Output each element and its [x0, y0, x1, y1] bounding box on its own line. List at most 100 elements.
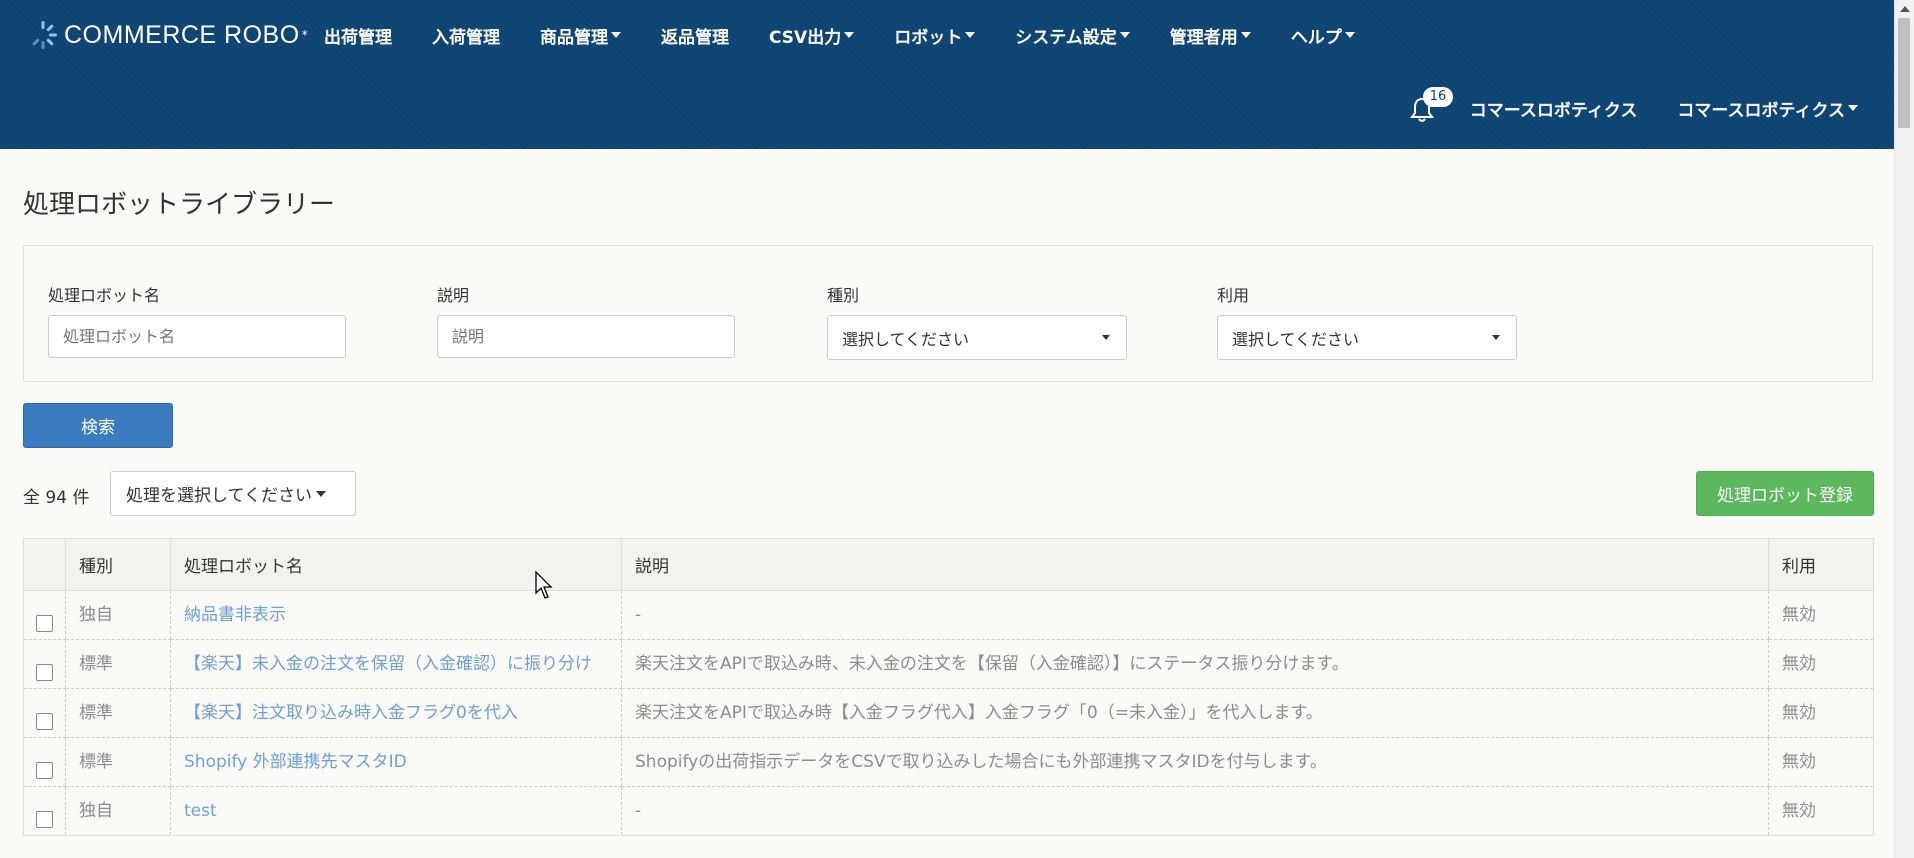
- chevron-down-icon: [1344, 32, 1355, 38]
- nav-menu-item[interactable]: システム設定: [1015, 23, 1130, 48]
- header-description[interactable]: 説明: [621, 538, 1769, 591]
- bulk-action-value: 処理を選択してください: [126, 486, 312, 506]
- use-label: 利用: [1217, 286, 1250, 305]
- description-input[interactable]: [437, 315, 735, 358]
- nav-menu-item[interactable]: CSV出力: [769, 23, 855, 48]
- robot-name-link[interactable]: Shopify 外部連携先マスタID: [184, 752, 407, 772]
- register-robot-button[interactable]: 処理ロボット登録: [1696, 471, 1874, 516]
- cell-description: -: [621, 590, 1769, 640]
- mouse-cursor-icon: [535, 571, 553, 599]
- cell-description: 楽天注文をAPIで取込み時【入金フラグ代入】入金フラグ「0（=未入金）」を代入し…: [621, 688, 1769, 738]
- cell-name: Shopify 外部連携先マスタID: [170, 737, 622, 787]
- table-header-row: 種別 処理ロボット名 説明 利用: [23, 538, 1874, 591]
- top-navbar: COMMERCE ROBO * 出荷管理 入荷管理 商品管理 返品管理 CSV出力 ロボット…: [0, 0, 1895, 149]
- main-menu: 出荷管理 入荷管理 商品管理 返品管理 CSV出力 ロボット システム設定 管理者用 ヘルプ: [324, 21, 1395, 49]
- brand-logo[interactable]: COMMERCE ROBO *: [28, 18, 308, 52]
- nav-menu-label: 入荷管理: [432, 27, 500, 48]
- nav-menu-label: 出荷管理: [324, 27, 392, 48]
- robot-name-label: 処理ロボット名: [48, 286, 161, 305]
- table-row[interactable]: 標準 【楽天】未入金の注文を保留（入金確認）に振り分け 楽天注文をAPIで取込み時、…: [23, 639, 1874, 689]
- scrollbar-thumb[interactable]: [1898, 18, 1910, 128]
- nav-menu-item[interactable]: 出荷管理: [324, 23, 392, 48]
- row-checkbox[interactable]: [36, 810, 53, 828]
- cell-description: Shopifyの出荷指示データをCSVで取り込みした場合にも外部連携マスタIDを…: [621, 737, 1769, 787]
- table-row[interactable]: 標準 【楽天】注文取り込み時入金フラグ0を代入 楽天注文をAPIで取込み時【入金フラ…: [23, 688, 1874, 738]
- chevron-down-icon: [611, 32, 621, 38]
- row-checkbox-cell: [23, 590, 66, 640]
- nav-menu-label: ヘルプ: [1290, 27, 1342, 48]
- search-button[interactable]: 検索: [23, 403, 173, 448]
- cell-type: 標準: [65, 639, 171, 689]
- search-panel: 処理ロボット名 説明 種別 選択してください 利用 選択してください: [23, 245, 1873, 382]
- row-checkbox[interactable]: [36, 663, 53, 681]
- company-link[interactable]: コマースロボティクス: [1470, 96, 1638, 121]
- table-row[interactable]: 独自 test - 無効: [23, 786, 1874, 836]
- nav-right: 16 コマースロボティクス コマースロボティクス: [1409, 87, 1858, 122]
- robot-name-link[interactable]: test: [184, 801, 217, 821]
- robot-table: 種別 処理ロボット名 説明 利用 独自 納品書非表示 - 無効 標準 【楽天】未入金の注文…: [23, 538, 1874, 836]
- nav-menu-label: CSV出力: [769, 27, 842, 48]
- nav-menu-item[interactable]: 入荷管理: [432, 23, 500, 48]
- type-label: 種別: [827, 286, 860, 305]
- row-checkbox-cell: [23, 737, 66, 787]
- nav-menu-item[interactable]: 返品管理: [661, 23, 729, 48]
- chevron-down-icon: [1102, 335, 1110, 340]
- page-scrollbar[interactable]: [1894, 0, 1914, 858]
- robot-name-link[interactable]: 【楽天】未入金の注文を保留（入金確認）に振り分け: [184, 654, 592, 674]
- logo-text: COMMERCE ROBO: [64, 20, 300, 49]
- use-select[interactable]: 選択してください: [1217, 315, 1517, 360]
- nav-menu-label: システム設定: [1015, 27, 1117, 48]
- table-row[interactable]: 標準 Shopify 外部連携先マスタID Shopifyの出荷指示データをCSVで…: [23, 737, 1874, 787]
- row-checkbox[interactable]: [36, 614, 53, 632]
- cell-name: 【楽天】注文取り込み時入金フラグ0を代入: [170, 688, 622, 738]
- row-checkbox-cell: [23, 786, 66, 836]
- header-checkbox-col: [23, 538, 66, 591]
- nav-menu-label: 管理者用: [1169, 27, 1238, 48]
- table-row[interactable]: 独自 納品書非表示 - 無効: [23, 590, 1874, 640]
- description-label: 説明: [437, 286, 470, 305]
- field-type: 種別 選択してください: [827, 282, 1127, 360]
- cell-use: 無効: [1768, 639, 1874, 689]
- field-use: 利用 選択してください: [1217, 282, 1517, 360]
- field-description: 説明: [437, 282, 735, 358]
- header-type[interactable]: 種別: [65, 538, 171, 591]
- cell-name: 【楽天】未入金の注文を保留（入金確認）に振り分け: [170, 639, 622, 689]
- type-select-value: 選択してください: [842, 329, 970, 349]
- robot-name-link[interactable]: 【楽天】注文取り込み時入金フラグ0を代入: [184, 703, 518, 723]
- logo-star: *: [301, 28, 308, 42]
- robot-name-input[interactable]: [48, 315, 346, 358]
- user-menu[interactable]: コマースロボティクス: [1677, 96, 1858, 121]
- nav-menu-item[interactable]: ロボット: [894, 23, 976, 48]
- notification-bell[interactable]: 16: [1409, 87, 1454, 122]
- nav-menu-item[interactable]: 商品管理: [540, 23, 621, 48]
- result-count: 全 94 件: [23, 488, 90, 508]
- notification-count-badge: 16: [1422, 87, 1454, 107]
- robot-name-link[interactable]: 納品書非表示: [184, 605, 286, 625]
- logo-mark-icon: [32, 21, 57, 49]
- cell-use: 無効: [1768, 590, 1874, 640]
- chevron-down-icon: [844, 32, 855, 38]
- nav-menu-item[interactable]: ヘルプ: [1291, 23, 1355, 48]
- row-checkbox[interactable]: [36, 761, 53, 779]
- field-robot-name: 処理ロボット名: [48, 282, 346, 358]
- cell-type: 標準: [65, 737, 171, 787]
- row-checkbox[interactable]: [36, 712, 53, 730]
- row-checkbox-cell: [23, 639, 66, 689]
- cell-name: test: [170, 786, 622, 836]
- cell-type: 独自: [65, 786, 171, 836]
- nav-menu-item[interactable]: 管理者用: [1170, 23, 1251, 48]
- header-use[interactable]: 利用: [1768, 538, 1874, 591]
- cell-use: 無効: [1768, 688, 1874, 738]
- chevron-down-icon: [1119, 32, 1130, 38]
- type-select[interactable]: 選択してください: [827, 315, 1127, 360]
- cell-use: 無効: [1768, 737, 1874, 787]
- bulk-action-select[interactable]: 処理を選択してください: [110, 471, 356, 516]
- cell-type: 標準: [65, 688, 171, 738]
- nav-menu-label: ロボット: [894, 27, 963, 48]
- cell-use: 無効: [1768, 786, 1874, 836]
- chevron-down-icon: [965, 32, 976, 38]
- cell-description: -: [621, 786, 1769, 836]
- scroll-up-icon[interactable]: [1900, 6, 1910, 12]
- nav-menu-label: 商品管理: [540, 27, 608, 48]
- user-name: コマースロボティクス: [1677, 100, 1845, 121]
